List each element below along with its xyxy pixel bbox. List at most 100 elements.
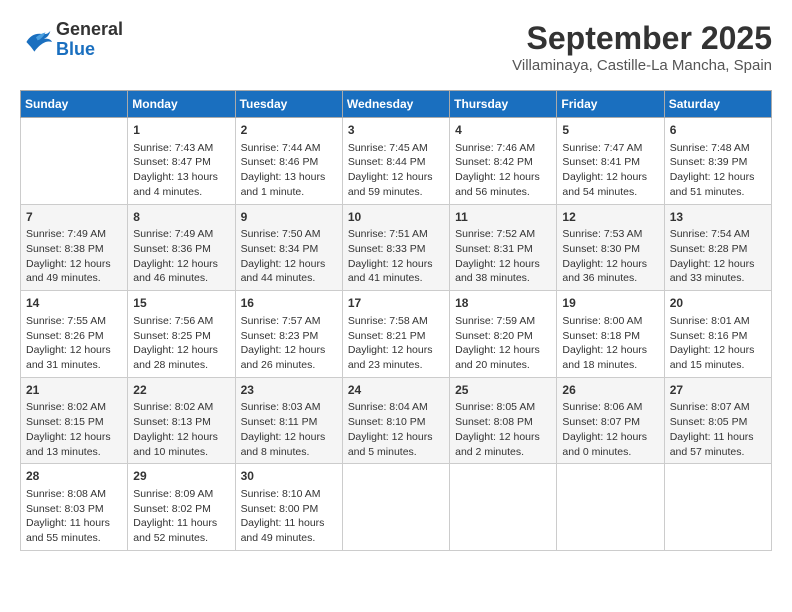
calendar-cell: 25Sunrise: 8:05 AM Sunset: 8:08 PM Dayli… [450, 377, 557, 464]
weekday-header-saturday: Saturday [664, 91, 771, 118]
day-info: Sunrise: 8:02 AM Sunset: 8:15 PM Dayligh… [26, 400, 122, 459]
calendar-cell: 16Sunrise: 7:57 AM Sunset: 8:23 PM Dayli… [235, 291, 342, 378]
week-row-5: 28Sunrise: 8:08 AM Sunset: 8:03 PM Dayli… [21, 464, 772, 551]
calendar-cell: 14 Sunrise: 7:55 AM Sunset: 8:26 PM Dayli… [21, 291, 128, 378]
day-number: 18 [455, 295, 551, 312]
day-number: 27 [670, 382, 766, 399]
day-number: 6 [670, 122, 766, 139]
day-info: Sunrise: 7:57 AM Sunset: 8:23 PM Dayligh… [241, 314, 337, 373]
day-number: 17 [348, 295, 444, 312]
page-header: General Blue September 2025 Villaminaya,… [20, 20, 772, 74]
calendar-cell: 18 Sunrise: 7:59 AM Sunset: 8:20 PM Dayli… [450, 291, 557, 378]
day-number: 20 [670, 295, 766, 312]
day-info: Sunrise: 7:55 AM Sunset: 8:26 PM Dayligh… [26, 314, 122, 373]
calendar-cell: 5 Sunrise: 7:47 AM Sunset: 8:41 PM Daylig… [557, 118, 664, 205]
calendar-cell [342, 464, 449, 551]
calendar-cell: 20 Sunrise: 8:01 AM Sunset: 8:16 PM Dayli… [664, 291, 771, 378]
day-info: Sunrise: 8:07 AM Sunset: 8:05 PM Dayligh… [670, 400, 766, 459]
calendar-cell: 17 Sunrise: 7:58 AM Sunset: 8:21 PM Dayli… [342, 291, 449, 378]
day-number: 30 [241, 468, 337, 485]
weekday-header-friday: Friday [557, 91, 664, 118]
calendar-cell: 22Sunrise: 8:02 AM Sunset: 8:13 PM Dayli… [128, 377, 235, 464]
day-info: Sunrise: 7:43 AM Sunset: 8:47 PM Dayligh… [133, 141, 229, 200]
day-info: Sunrise: 7:49 AM Sunset: 8:36 PM Dayligh… [133, 227, 229, 286]
calendar-cell: 11Sunrise: 7:52 AM Sunset: 8:31 PM Dayli… [450, 204, 557, 291]
calendar-cell: 13Sunrise: 7:54 AM Sunset: 8:28 PM Dayli… [664, 204, 771, 291]
weekday-header-tuesday: Tuesday [235, 91, 342, 118]
calendar-cell [557, 464, 664, 551]
calendar-cell: 19 Sunrise: 8:00 AM Sunset: 8:18 PM Dayli… [557, 291, 664, 378]
weekday-header-wednesday: Wednesday [342, 91, 449, 118]
day-number: 2 [241, 122, 337, 139]
day-number: 15 [133, 295, 229, 312]
calendar-cell: 1Sunrise: 7:43 AM Sunset: 8:47 PM Daylig… [128, 118, 235, 205]
day-number: 4 [455, 122, 551, 139]
day-number: 13 [670, 209, 766, 226]
calendar-cell: 4 Sunrise: 7:46 AM Sunset: 8:42 PM Daylig… [450, 118, 557, 205]
calendar-cell: 24Sunrise: 8:04 AM Sunset: 8:10 PM Dayli… [342, 377, 449, 464]
calendar-cell: 21Sunrise: 8:02 AM Sunset: 8:15 PM Dayli… [21, 377, 128, 464]
week-row-3: 14 Sunrise: 7:55 AM Sunset: 8:26 PM Dayli… [21, 291, 772, 378]
calendar-cell: 2 Sunrise: 7:44 AM Sunset: 8:46 PM Daylig… [235, 118, 342, 205]
calendar-cell: 3 Sunrise: 7:45 AM Sunset: 8:44 PM Daylig… [342, 118, 449, 205]
weekday-header-row: SundayMondayTuesdayWednesdayThursdayFrid… [21, 91, 772, 118]
week-row-1: 1Sunrise: 7:43 AM Sunset: 8:47 PM Daylig… [21, 118, 772, 205]
day-info: Sunrise: 7:46 AM Sunset: 8:42 PM Dayligh… [455, 141, 551, 200]
weekday-header-sunday: Sunday [21, 91, 128, 118]
weekday-header-thursday: Thursday [450, 91, 557, 118]
logo-text: General Blue [56, 20, 123, 60]
day-info: Sunrise: 8:06 AM Sunset: 8:07 PM Dayligh… [562, 400, 658, 459]
day-number: 10 [348, 209, 444, 226]
day-number: 3 [348, 122, 444, 139]
day-info: Sunrise: 7:50 AM Sunset: 8:34 PM Dayligh… [241, 227, 337, 286]
day-info: Sunrise: 8:10 AM Sunset: 8:00 PM Dayligh… [241, 487, 337, 546]
day-info: Sunrise: 7:48 AM Sunset: 8:39 PM Dayligh… [670, 141, 766, 200]
day-info: Sunrise: 7:49 AM Sunset: 8:38 PM Dayligh… [26, 227, 122, 286]
day-info: Sunrise: 7:59 AM Sunset: 8:20 PM Dayligh… [455, 314, 551, 373]
location: Villaminaya, Castille-La Mancha, Spain [512, 57, 772, 74]
calendar-cell: 10Sunrise: 7:51 AM Sunset: 8:33 PM Dayli… [342, 204, 449, 291]
day-info: Sunrise: 8:00 AM Sunset: 8:18 PM Dayligh… [562, 314, 658, 373]
day-info: Sunrise: 8:08 AM Sunset: 8:03 PM Dayligh… [26, 487, 122, 546]
day-number: 22 [133, 382, 229, 399]
calendar-cell: 26Sunrise: 8:06 AM Sunset: 8:07 PM Dayli… [557, 377, 664, 464]
day-info: Sunrise: 7:44 AM Sunset: 8:46 PM Dayligh… [241, 141, 337, 200]
calendar-cell: 27Sunrise: 8:07 AM Sunset: 8:05 PM Dayli… [664, 377, 771, 464]
day-number: 26 [562, 382, 658, 399]
day-info: Sunrise: 8:04 AM Sunset: 8:10 PM Dayligh… [348, 400, 444, 459]
day-info: Sunrise: 7:58 AM Sunset: 8:21 PM Dayligh… [348, 314, 444, 373]
day-number: 7 [26, 209, 122, 226]
calendar-cell: 12Sunrise: 7:53 AM Sunset: 8:30 PM Dayli… [557, 204, 664, 291]
day-info: Sunrise: 7:47 AM Sunset: 8:41 PM Dayligh… [562, 141, 658, 200]
calendar-cell [450, 464, 557, 551]
day-number: 5 [562, 122, 658, 139]
calendar-cell: 9Sunrise: 7:50 AM Sunset: 8:34 PM Daylig… [235, 204, 342, 291]
calendar-cell: 8Sunrise: 7:49 AM Sunset: 8:36 PM Daylig… [128, 204, 235, 291]
day-info: Sunrise: 7:56 AM Sunset: 8:25 PM Dayligh… [133, 314, 229, 373]
day-number: 24 [348, 382, 444, 399]
week-row-2: 7Sunrise: 7:49 AM Sunset: 8:38 PM Daylig… [21, 204, 772, 291]
day-info: Sunrise: 7:45 AM Sunset: 8:44 PM Dayligh… [348, 141, 444, 200]
logo-icon [20, 26, 52, 54]
day-info: Sunrise: 7:53 AM Sunset: 8:30 PM Dayligh… [562, 227, 658, 286]
day-info: Sunrise: 8:05 AM Sunset: 8:08 PM Dayligh… [455, 400, 551, 459]
day-number: 21 [26, 382, 122, 399]
day-number: 9 [241, 209, 337, 226]
day-info: Sunrise: 7:54 AM Sunset: 8:28 PM Dayligh… [670, 227, 766, 286]
calendar-cell: 6 Sunrise: 7:48 AM Sunset: 8:39 PM Daylig… [664, 118, 771, 205]
day-info: Sunrise: 8:09 AM Sunset: 8:02 PM Dayligh… [133, 487, 229, 546]
title-block: September 2025 Villaminaya, Castille-La … [512, 20, 772, 74]
weekday-header-monday: Monday [128, 91, 235, 118]
calendar-cell: 30 Sunrise: 8:10 AM Sunset: 8:00 PM Dayli… [235, 464, 342, 551]
calendar-cell [664, 464, 771, 551]
day-number: 14 [26, 295, 122, 312]
calendar-cell: 7Sunrise: 7:49 AM Sunset: 8:38 PM Daylig… [21, 204, 128, 291]
day-info: Sunrise: 7:52 AM Sunset: 8:31 PM Dayligh… [455, 227, 551, 286]
logo: General Blue [20, 20, 123, 60]
day-number: 23 [241, 382, 337, 399]
day-info: Sunrise: 8:01 AM Sunset: 8:16 PM Dayligh… [670, 314, 766, 373]
calendar-cell: 15 Sunrise: 7:56 AM Sunset: 8:25 PM Dayli… [128, 291, 235, 378]
week-row-4: 21Sunrise: 8:02 AM Sunset: 8:15 PM Dayli… [21, 377, 772, 464]
day-number: 19 [562, 295, 658, 312]
month-title: September 2025 [512, 20, 772, 57]
